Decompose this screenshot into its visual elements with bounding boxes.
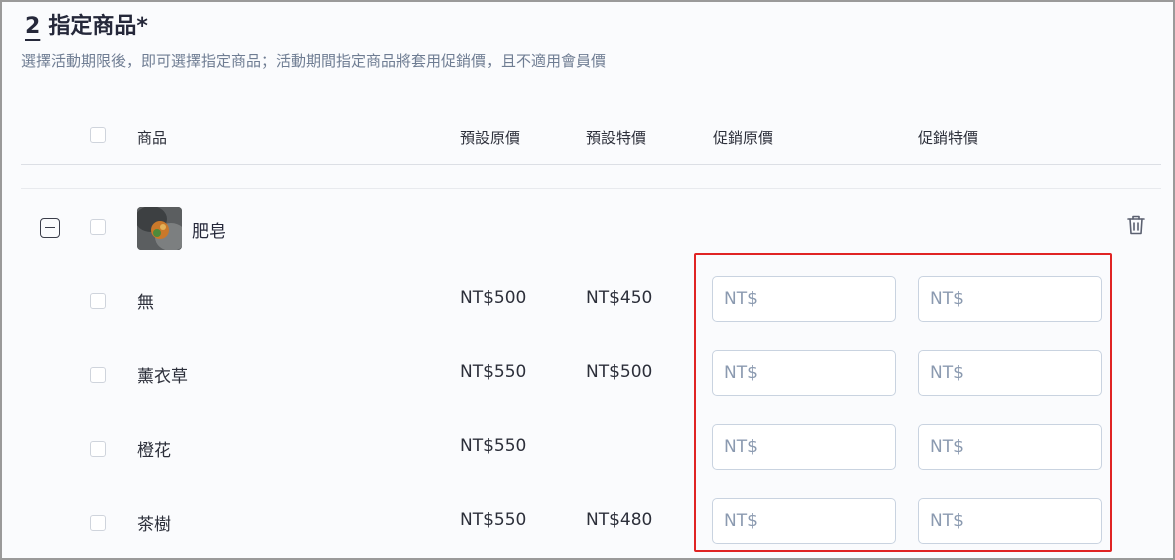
variant-checkbox[interactable] [90,293,106,309]
product-thumbnail [137,207,182,250]
step-number: 2 [25,14,41,39]
trash-icon[interactable] [1126,214,1146,236]
variant-name: 無 [137,293,154,313]
variant-default-price: NT$550 [460,362,527,382]
variant-default-price: NT$550 [460,436,527,456]
header-default-price: 預設原價 [460,129,521,147]
variant-default-price: NT$500 [460,288,527,308]
header-promo-sale: 促銷特價 [918,129,979,147]
promo-price-input[interactable] [712,498,896,544]
promo-sale-input[interactable] [918,276,1102,322]
variant-name: 茶樹 [137,515,171,535]
promo-price-input[interactable] [712,424,896,470]
promo-price-input[interactable] [712,350,896,396]
collapse-toggle-button[interactable] [40,218,60,238]
promo-price-input[interactable] [712,276,896,322]
product-checkbox[interactable] [90,219,106,235]
variant-name: 薰衣草 [137,367,188,387]
variant-default-sale: NT$500 [586,362,653,382]
select-all-checkbox[interactable] [90,127,106,143]
header-promo-price: 促銷原價 [713,129,774,147]
header-default-sale: 預設特價 [586,129,647,147]
promo-sale-input[interactable] [918,350,1102,396]
section-title: 指定商品* [48,14,148,39]
variant-default-price: NT$550 [460,510,527,530]
section-description: 選擇活動期限後，即可選擇指定商品；活動期間指定商品將套用促銷價，且不適用會員價 [21,52,607,70]
promo-sale-input[interactable] [918,424,1102,470]
header-divider [21,164,1161,165]
product-name: 肥皂 [192,222,226,242]
promo-sale-input[interactable] [918,498,1102,544]
variant-name: 橙花 [137,441,171,461]
variant-checkbox[interactable] [90,515,106,531]
section-heading: 2 指定商品* [25,8,148,40]
group-divider [21,188,1161,189]
header-product: 商品 [137,129,168,147]
variant-default-sale: NT$450 [586,288,653,308]
variant-default-sale: NT$480 [586,510,653,530]
promo-products-panel: 2 指定商品* 選擇活動期限後，即可選擇指定商品；活動期間指定商品將套用促銷價，… [0,0,1175,560]
variant-checkbox[interactable] [90,441,106,457]
variant-checkbox[interactable] [90,367,106,383]
